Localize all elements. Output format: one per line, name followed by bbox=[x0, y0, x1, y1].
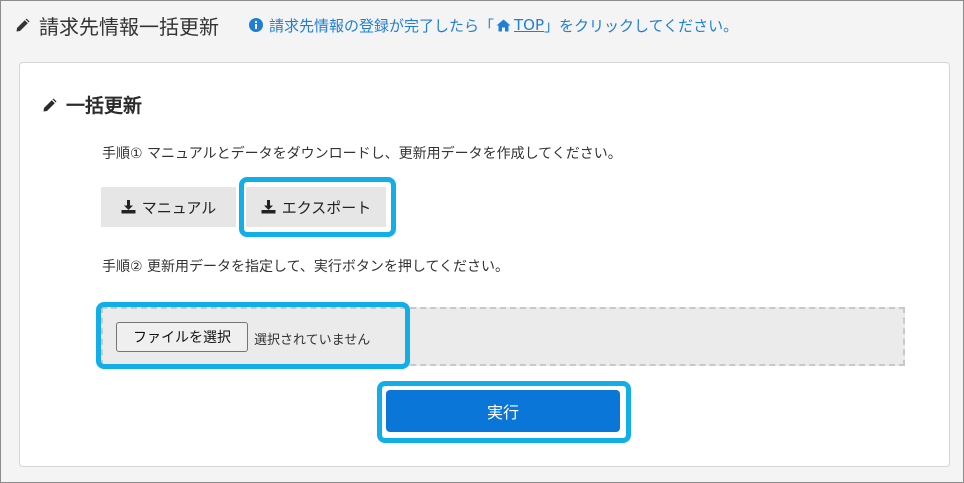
top-link[interactable]: TOP bbox=[494, 16, 544, 34]
bulk-update-card: 一括更新 手順① マニュアルとデータをダウンロードし、更新用データを作成してくだ… bbox=[19, 62, 950, 467]
page-header: 請求先情報一括更新 請求先情報の登録が完了したら「 TOP 」をクリックしてくだ… bbox=[15, 7, 738, 43]
header-note: 請求先情報の登録が完了したら「 TOP 」をクリックしてください。 bbox=[249, 15, 738, 36]
download-icon bbox=[121, 200, 136, 214]
step1-instruction: 手順① マニュアルとデータをダウンロードし、更新用データを作成してください。 bbox=[102, 146, 622, 162]
execute-highlight bbox=[377, 381, 631, 443]
pencil-icon bbox=[42, 97, 58, 113]
manual-button-label: マニュアル bbox=[141, 198, 217, 217]
step2-instruction: 手順② 更新用データを指定して、実行ボタンを押してください。 bbox=[102, 259, 510, 275]
header-note-suffix: 」をクリックしてください。 bbox=[544, 16, 739, 35]
manual-download-button[interactable]: マニュアル bbox=[101, 187, 236, 227]
export-highlight bbox=[239, 177, 396, 237]
page-title-group: 請求先情報一括更新 bbox=[15, 11, 219, 40]
top-link-label[interactable]: TOP bbox=[514, 16, 544, 34]
card-title-group: 一括更新 bbox=[42, 91, 142, 118]
header-note-prefix: 請求先情報の登録が完了したら「 bbox=[269, 16, 495, 35]
window-frame: 請求先情報一括更新 請求先情報の登録が完了したら「 TOP 」をクリックしてくだ… bbox=[0, 0, 964, 483]
home-icon bbox=[496, 19, 511, 32]
card-title: 一括更新 bbox=[66, 95, 143, 117]
pencil-icon bbox=[15, 17, 31, 33]
page-title: 請求先情報一括更新 bbox=[39, 14, 219, 39]
info-circle-icon bbox=[249, 18, 263, 32]
file-input-highlight bbox=[96, 302, 410, 369]
